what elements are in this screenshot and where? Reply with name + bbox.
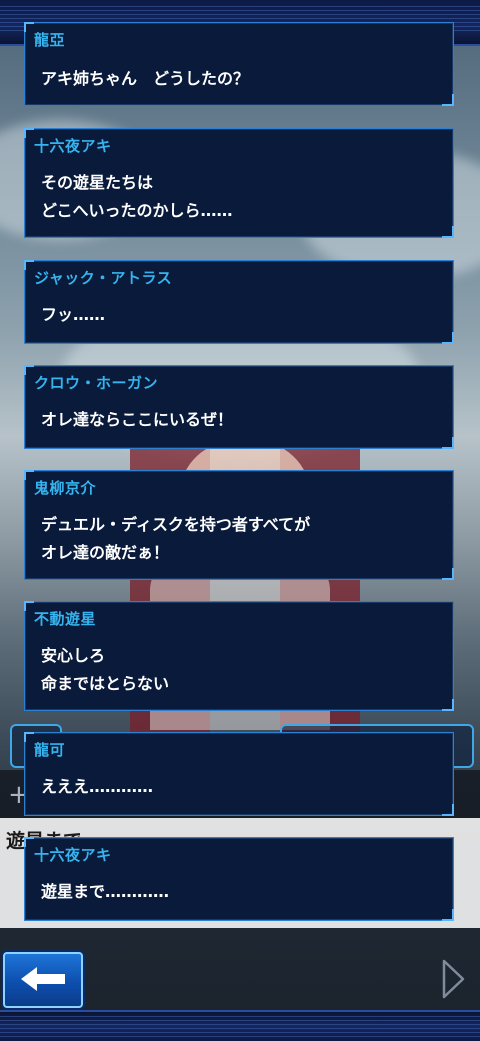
message-box: 龍可 えええ………… xyxy=(24,732,454,816)
speaker-name: 鬼柳京介 xyxy=(34,479,97,497)
message-text: 遊星まで………… xyxy=(41,882,170,901)
message-box: 龍亞 アキ姉ちゃん どうしたの？ xyxy=(24,22,454,106)
message-text: フッ…… xyxy=(41,305,106,324)
message-box: 十六夜アキ その遊星たちは どこへいったのかしら…… xyxy=(24,128,454,238)
speaker-name: ジャック・アトラス xyxy=(34,269,173,287)
message-box: 不動遊星 安心しろ 命まではとらない xyxy=(24,601,454,711)
speaker-name: 十六夜アキ xyxy=(34,846,112,864)
message-box: ジャック・アトラス フッ…… xyxy=(24,260,454,344)
message-text: 安心しろ 命まではとらない xyxy=(41,646,170,693)
speaker-name: 不動遊星 xyxy=(34,610,97,628)
speaker-name: 龍亞 xyxy=(34,31,66,49)
next-triangle-icon[interactable] xyxy=(440,958,466,1000)
back-arrow-icon xyxy=(21,967,65,991)
message-text: その遊星たちは どこへいったのかしら…… xyxy=(41,173,233,220)
speaker-name: クロウ・ホーガン xyxy=(34,374,159,392)
message-text: えええ………… xyxy=(41,777,154,796)
message-text: オレ達ならここにいるぜ！ xyxy=(41,410,234,429)
bottom-bar xyxy=(0,1010,480,1041)
message-box: 鬼柳京介 デュエル・ディスクを持つ者すべてが オレ達の敵だぁ！ xyxy=(24,470,454,580)
message-text: アキ姉ちゃん どうしたの？ xyxy=(41,69,250,88)
message-box: クロウ・ホーガン オレ達ならここにいるぜ！ xyxy=(24,365,454,449)
message-box: 十六夜アキ 遊星まで………… xyxy=(24,837,454,921)
speaker-name: 十六夜アキ xyxy=(34,137,112,155)
speaker-name: 龍可 xyxy=(34,741,66,759)
message-text: デュエル・ディスクを持つ者すべてが オレ達の敵だぁ！ xyxy=(41,515,311,562)
back-button[interactable] xyxy=(3,952,83,1008)
